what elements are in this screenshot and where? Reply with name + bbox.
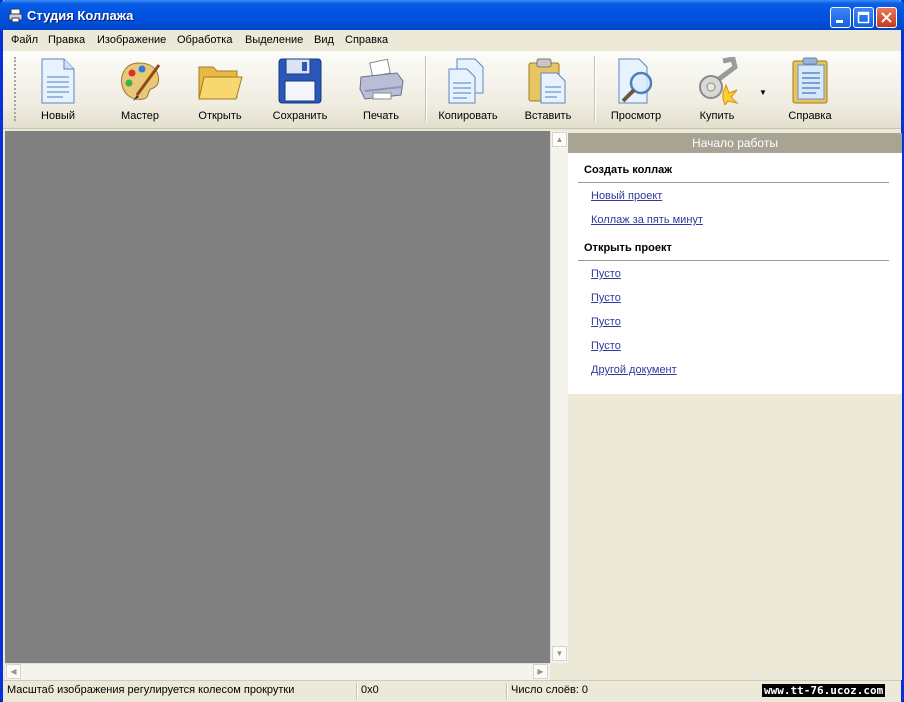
paste-icon — [528, 58, 566, 104]
canvas-area[interactable] — [5, 131, 550, 663]
scroll-down-icon[interactable]: ▼ — [552, 646, 567, 661]
menu-view[interactable]: Вид — [314, 34, 334, 46]
maximize-icon — [857, 11, 870, 24]
panel-header: Начало работы — [568, 133, 902, 153]
paste-label: Вставить — [524, 110, 572, 122]
status-divider — [506, 683, 508, 699]
menu-processing[interactable]: Обработка — [177, 34, 232, 46]
save-button[interactable]: Сохранить — [265, 57, 335, 125]
open-section-title: Открыть проект — [584, 242, 672, 254]
section-divider — [578, 260, 889, 261]
recent-project-link[interactable]: Пусто — [591, 268, 621, 280]
open-label: Открыть — [198, 110, 242, 122]
open-button[interactable]: Открыть — [185, 57, 255, 125]
app-window: Студия Коллажа Файл Правка Изображение О… — [0, 0, 904, 702]
floppy-disk-icon — [278, 58, 322, 104]
preview-label: Просмотр — [610, 110, 662, 122]
vertical-scrollbar[interactable]: ▲ ▼ — [550, 131, 568, 663]
wizard-button[interactable]: Мастер — [105, 57, 175, 125]
menu-bar: Файл Правка Изображение Обработка Выделе… — [3, 30, 901, 51]
new-label: Новый — [41, 110, 75, 122]
wizard-label: Мастер — [120, 110, 160, 122]
print-label: Печать — [362, 110, 400, 122]
keys-icon — [699, 57, 739, 105]
scroll-left-icon[interactable]: ◀ — [6, 664, 21, 679]
toolbar-separator — [594, 56, 596, 122]
status-divider — [356, 683, 358, 699]
section-divider — [578, 182, 889, 183]
menu-image[interactable]: Изображение — [97, 34, 166, 46]
help-label: Справка — [788, 110, 832, 122]
scroll-right-icon[interactable]: ▶ — [533, 664, 548, 679]
help-book-icon — [792, 57, 828, 104]
minimize-icon — [836, 20, 843, 23]
new-button[interactable]: Новый — [23, 57, 93, 125]
magnifier-icon — [618, 58, 653, 104]
buy-label: Купить — [699, 110, 735, 122]
copy-icon — [448, 58, 484, 104]
watermark: www.tt-76.ucoz.com — [762, 684, 886, 697]
other-document-link[interactable]: Другой документ — [591, 364, 677, 376]
printer-icon — [359, 58, 404, 100]
buy-button[interactable]: Купить — [682, 57, 752, 125]
scroll-up-icon[interactable]: ▲ — [552, 132, 567, 147]
preview-button[interactable]: Просмотр — [601, 57, 671, 125]
new-project-link[interactable]: Новый проект — [591, 190, 662, 202]
paste-button[interactable]: Вставить — [513, 57, 583, 125]
status-layers: Число слоёв: 0 — [511, 684, 589, 696]
minimize-button[interactable] — [830, 7, 851, 28]
title-bar[interactable]: Студия Коллажа — [0, 0, 904, 30]
copy-label: Копировать — [438, 110, 498, 122]
toolbar-separator — [425, 56, 427, 122]
help-button[interactable]: Справка — [775, 57, 845, 125]
maximize-button[interactable] — [853, 7, 874, 28]
close-icon — [881, 12, 892, 23]
menu-file[interactable]: Файл — [11, 34, 38, 46]
recent-project-link[interactable]: Пусто — [591, 316, 621, 328]
palette-icon — [121, 62, 161, 101]
print-button[interactable]: Печать — [346, 57, 416, 125]
menu-selection[interactable]: Выделение — [245, 34, 303, 46]
quick-collage-link[interactable]: Коллаж за пять минут — [591, 214, 703, 226]
save-label: Сохранить — [272, 110, 328, 122]
start-panel: Начало работы Создать коллаж Новый проек… — [568, 133, 902, 680]
create-section-title: Создать коллаж — [584, 164, 672, 176]
horizontal-scrollbar[interactable]: ◀ ▶ — [5, 663, 550, 680]
status-size: 0x0 — [361, 684, 379, 696]
menu-help[interactable]: Справка — [345, 34, 388, 46]
menu-edit[interactable]: Правка — [48, 34, 85, 46]
copy-button[interactable]: Копировать — [433, 57, 503, 125]
folder-icon — [198, 66, 243, 100]
app-icon — [8, 8, 23, 23]
window-title: Студия Коллажа — [27, 8, 134, 23]
recent-project-link[interactable]: Пусто — [591, 292, 621, 304]
panel-body: Создать коллаж Новый проект Коллаж за пя… — [568, 153, 902, 394]
buy-dropdown-arrow-icon[interactable]: ▼ — [759, 88, 767, 97]
toolbar-grip[interactable] — [14, 57, 18, 121]
status-hint: Масштаб изображения регулируется колесом… — [7, 684, 295, 696]
new-document-icon — [41, 58, 75, 104]
recent-project-link[interactable]: Пусто — [591, 340, 621, 352]
close-button[interactable] — [876, 7, 897, 28]
toolbar: Новый Мастер Открыть Сохранить Печать Ко… — [3, 51, 901, 129]
